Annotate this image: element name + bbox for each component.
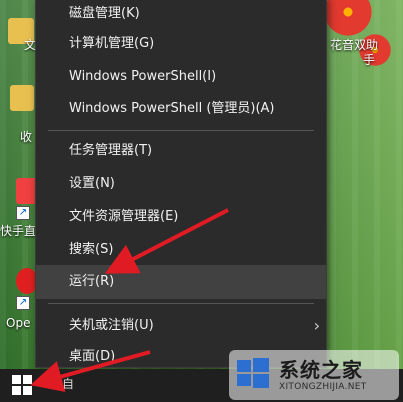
shortcut-arrow-icon: ↗	[16, 206, 30, 220]
taskbar-search-text[interactable]: 自	[62, 375, 74, 392]
chevron-right-icon: ›	[313, 316, 320, 335]
folder-icon[interactable]	[10, 85, 34, 111]
menu-item-powershell-admin[interactable]: Windows PowerShell (管理员)(A)	[36, 92, 326, 126]
menu-item-label: 计算机管理(G)	[69, 36, 155, 51]
menu-item-run[interactable]: 运行(R)	[36, 265, 326, 299]
watermark-title: 系统之家	[279, 358, 363, 382]
watermark-logo-icon	[237, 358, 269, 388]
menu-separator	[48, 303, 314, 304]
desktop-icon-label: 手	[363, 53, 376, 67]
desktop-icon-label: 快手直	[0, 224, 37, 238]
menu-item-label: 桌面(D)	[69, 349, 116, 364]
menu-item-label: 运行(R)	[69, 274, 115, 289]
menu-item-label: 任务管理器(T)	[69, 143, 153, 158]
menu-item-label: Windows PowerShell(I)	[69, 69, 217, 84]
menu-item-label: 关机或注销(U)	[69, 318, 154, 333]
shortcut-arrow-icon: ↗	[16, 296, 30, 310]
site-watermark: 系统之家 XITONGZHIJIA.NET	[229, 350, 399, 400]
menu-item-label: 磁盘管理(K)	[69, 6, 140, 21]
menu-item-powershell[interactable]: Windows PowerShell(I)	[36, 60, 326, 94]
desktop-icon-label: 收	[20, 130, 33, 144]
menu-item-label: 搜索(S)	[69, 242, 114, 257]
menu-item-task-manager[interactable]: 任务管理器(T)	[36, 134, 326, 168]
menu-item-label: 文件资源管理器(E)	[69, 209, 179, 224]
menu-item-label: Windows PowerShell (管理员)(A)	[69, 101, 275, 116]
menu-item-label: 设置(N)	[69, 176, 115, 191]
menu-separator	[48, 130, 314, 131]
menu-item-file-explorer[interactable]: 文件资源管理器(E)	[36, 200, 326, 234]
menu-item-search[interactable]: 搜索(S)	[36, 233, 326, 267]
menu-item-computer-management[interactable]: 计算机管理(G)	[36, 27, 326, 61]
menu-item-shutdown[interactable]: 关机或注销(U) ›	[36, 309, 326, 343]
winx-context-menu: 磁盘管理(K) 计算机管理(G) Windows PowerShell(I) W…	[35, 0, 327, 368]
menu-item-settings[interactable]: 设置(N)	[36, 167, 326, 201]
desktop-icon-label: Ope	[6, 316, 31, 330]
windows-logo-icon[interactable]	[12, 375, 34, 397]
watermark-url: XITONGZHIJIA.NET	[279, 382, 367, 392]
